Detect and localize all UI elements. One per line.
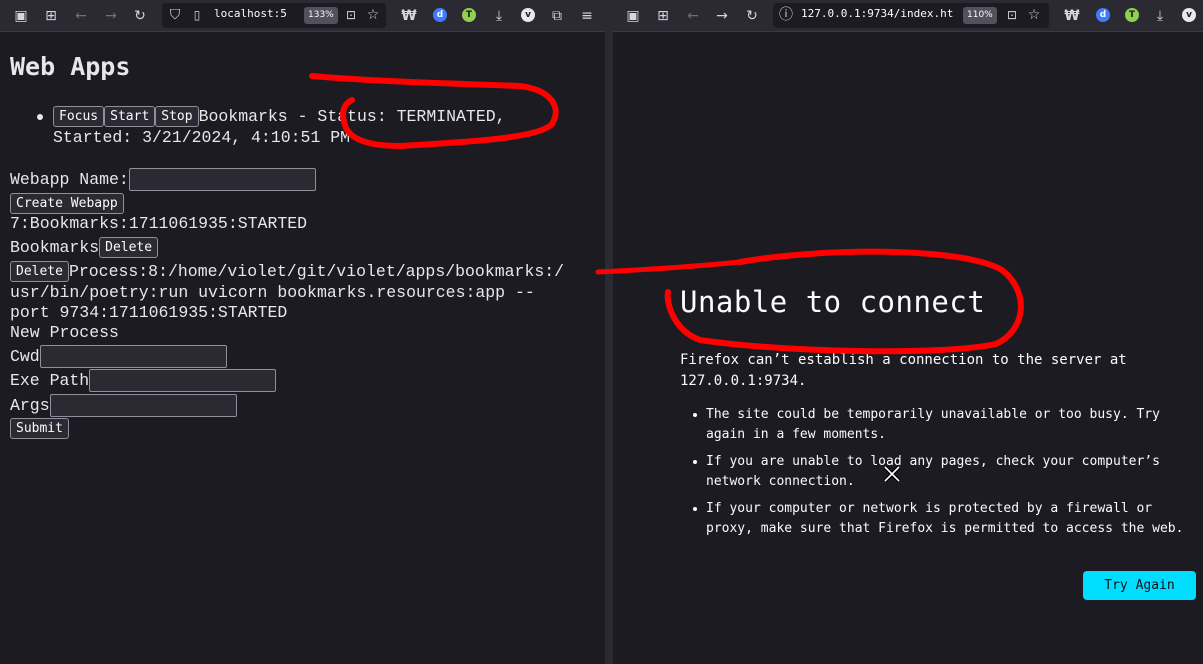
exe-path-row: Exe Path — [10, 369, 277, 392]
bookmarks-label: Bookmarks — [10, 237, 100, 257]
stop-button[interactable]: Stop — [155, 106, 199, 127]
menu-icon[interactable]: ≡ — [578, 7, 596, 25]
delete-webapp-button[interactable]: Delete — [99, 237, 159, 258]
cursor-icon — [883, 465, 901, 483]
download-icon[interactable]: ⤓ — [1151, 7, 1169, 25]
extensions-puzzle-icon[interactable]: ⧉ — [548, 7, 566, 25]
reader-icon[interactable]: ⊡ — [342, 6, 360, 24]
process-line-3: port 9734:1711061935:STARTED — [10, 303, 288, 322]
create-webapp-button[interactable]: Create Webapp — [10, 193, 124, 214]
forward-icon[interactable]: → — [713, 7, 731, 25]
webapp-record: 7:Bookmarks:1711061935:STARTED — [10, 214, 308, 233]
error-description-line-1: Firefox can’t establish a connection to … — [680, 352, 1127, 368]
webapp-name-row: Webapp Name: — [10, 168, 316, 191]
args-row: Args — [10, 394, 237, 417]
args-input[interactable] — [49, 394, 237, 417]
error-description: Firefox can’t establish a connection to … — [680, 350, 1190, 392]
back-icon[interactable]: ← — [684, 7, 702, 25]
url-bar[interactable]: ⛉ ▯ localhost:5 133% ⊡ ☆ — [162, 3, 386, 28]
app-status-text: Bookmarks - Status: TERMINATED, — [198, 106, 506, 126]
exe-path-input[interactable] — [89, 369, 277, 392]
create-row: Create Webapp — [10, 193, 124, 214]
zoom-level[interactable]: 133% — [304, 7, 338, 24]
reload-icon[interactable]: ↻ — [131, 7, 149, 25]
back-icon[interactable]: ← — [72, 7, 90, 25]
focus-button[interactable]: Focus — [53, 106, 105, 127]
cwd-label: Cwd — [10, 346, 40, 366]
reload-icon[interactable]: ↻ — [743, 7, 761, 25]
tab-view-icon[interactable]: ⊞ — [654, 7, 672, 25]
right-browser-window: ▣ ⊞ ← → ↻ ⓘ 127.0.0.1:9734/index.ht 110%… — [613, 0, 1203, 664]
tracking-shield-icon[interactable]: ⛉ — [166, 6, 184, 24]
cwd-input[interactable] — [39, 345, 227, 368]
list-bullet — [37, 114, 43, 120]
suggestion-item: If you are unable to load any pages, che… — [693, 452, 1198, 492]
extension-blue-icon[interactable]: d — [433, 8, 447, 22]
sidebar-icon[interactable]: ▣ — [12, 7, 30, 25]
info-icon[interactable]: ⓘ — [777, 6, 795, 24]
download-icon[interactable]: ⤓ — [490, 7, 508, 25]
tab-view-icon[interactable]: ⊞ — [42, 7, 60, 25]
start-button[interactable]: Start — [104, 106, 156, 127]
process-line-1: Process:8:/home/violet/git/violet/apps/b… — [68, 261, 565, 281]
extension-v-icon[interactable]: v — [521, 8, 535, 22]
webapp-name-input[interactable] — [128, 168, 316, 191]
url-bar[interactable]: ⓘ 127.0.0.1:9734/index.ht 110% ⊡ ☆ — [773, 3, 1049, 28]
split-divider[interactable] — [605, 0, 613, 664]
suggestion-item: The site could be temporarily unavailabl… — [693, 405, 1198, 445]
cwd-row: Cwd — [10, 345, 227, 368]
try-again-button[interactable]: Try Again — [1083, 571, 1196, 600]
url-text[interactable]: localhost:5 — [214, 7, 302, 20]
args-label: Args — [10, 395, 50, 415]
left-browser-window: ▣ ⊞ ← → ↻ ⛉ ▯ localhost:5 133% ⊡ ☆ ₩ d T… — [0, 0, 605, 664]
process-line-2: usr/bin/poetry:run uvicorn bookmarks.res… — [10, 283, 535, 302]
extension-v-icon[interactable]: v — [1182, 8, 1196, 22]
url-text[interactable]: 127.0.0.1:9734/index.ht — [801, 7, 957, 20]
extension-w-icon[interactable]: ₩ — [400, 7, 418, 25]
submit-row: Submit — [10, 418, 69, 439]
error-page: Unable to connect Firefox can’t establis… — [613, 32, 1203, 664]
extension-green-icon[interactable]: T — [462, 8, 476, 22]
reader-icon[interactable]: ⊡ — [1003, 6, 1021, 24]
extension-blue-icon[interactable]: d — [1096, 8, 1110, 22]
left-toolbar: ▣ ⊞ ← → ↻ ⛉ ▯ localhost:5 133% ⊡ ☆ ₩ d T… — [0, 0, 605, 32]
extension-w-icon[interactable]: ₩ — [1063, 7, 1081, 25]
submit-button[interactable]: Submit — [10, 418, 69, 439]
webapps-page: Web Apps Focus Start Stop Bookmarks - Statu… — [0, 32, 605, 664]
webapp-name-label: Webapp Name: — [10, 169, 129, 189]
suggestion-item: If your computer or network is protected… — [693, 499, 1198, 539]
error-title: Unable to connect — [680, 285, 986, 319]
zoom-level[interactable]: 110% — [963, 7, 997, 24]
page-title: Web Apps — [10, 52, 131, 81]
sidebar-icon[interactable]: ▣ — [624, 7, 642, 25]
error-description-line-2: 127.0.0.1:9734. — [680, 373, 807, 389]
bookmark-star-icon[interactable]: ☆ — [1025, 6, 1043, 24]
error-suggestions: The site could be temporarily unavailabl… — [693, 405, 1198, 546]
right-toolbar: ▣ ⊞ ← → ↻ ⓘ 127.0.0.1:9734/index.ht 110%… — [613, 0, 1203, 32]
delete-process-button[interactable]: Delete — [10, 261, 69, 282]
process-row: Delete Process:8:/home/violet/git/violet/… — [10, 261, 564, 282]
page-icon: ▯ — [193, 8, 201, 22]
forward-icon[interactable]: → — [102, 7, 120, 25]
new-process-heading: New Process — [10, 323, 119, 342]
bookmarks-row: Bookmarks Delete — [10, 237, 159, 258]
exe-path-label: Exe Path — [10, 370, 90, 390]
bookmark-star-icon[interactable]: ☆ — [364, 6, 382, 24]
app-started-text: Started: 3/21/2024, 4:10:51 PM — [53, 128, 351, 147]
app-list-item: Focus Start Stop Bookmarks - Status: TERMIN… — [53, 106, 506, 127]
extension-green-icon[interactable]: T — [1125, 8, 1139, 22]
